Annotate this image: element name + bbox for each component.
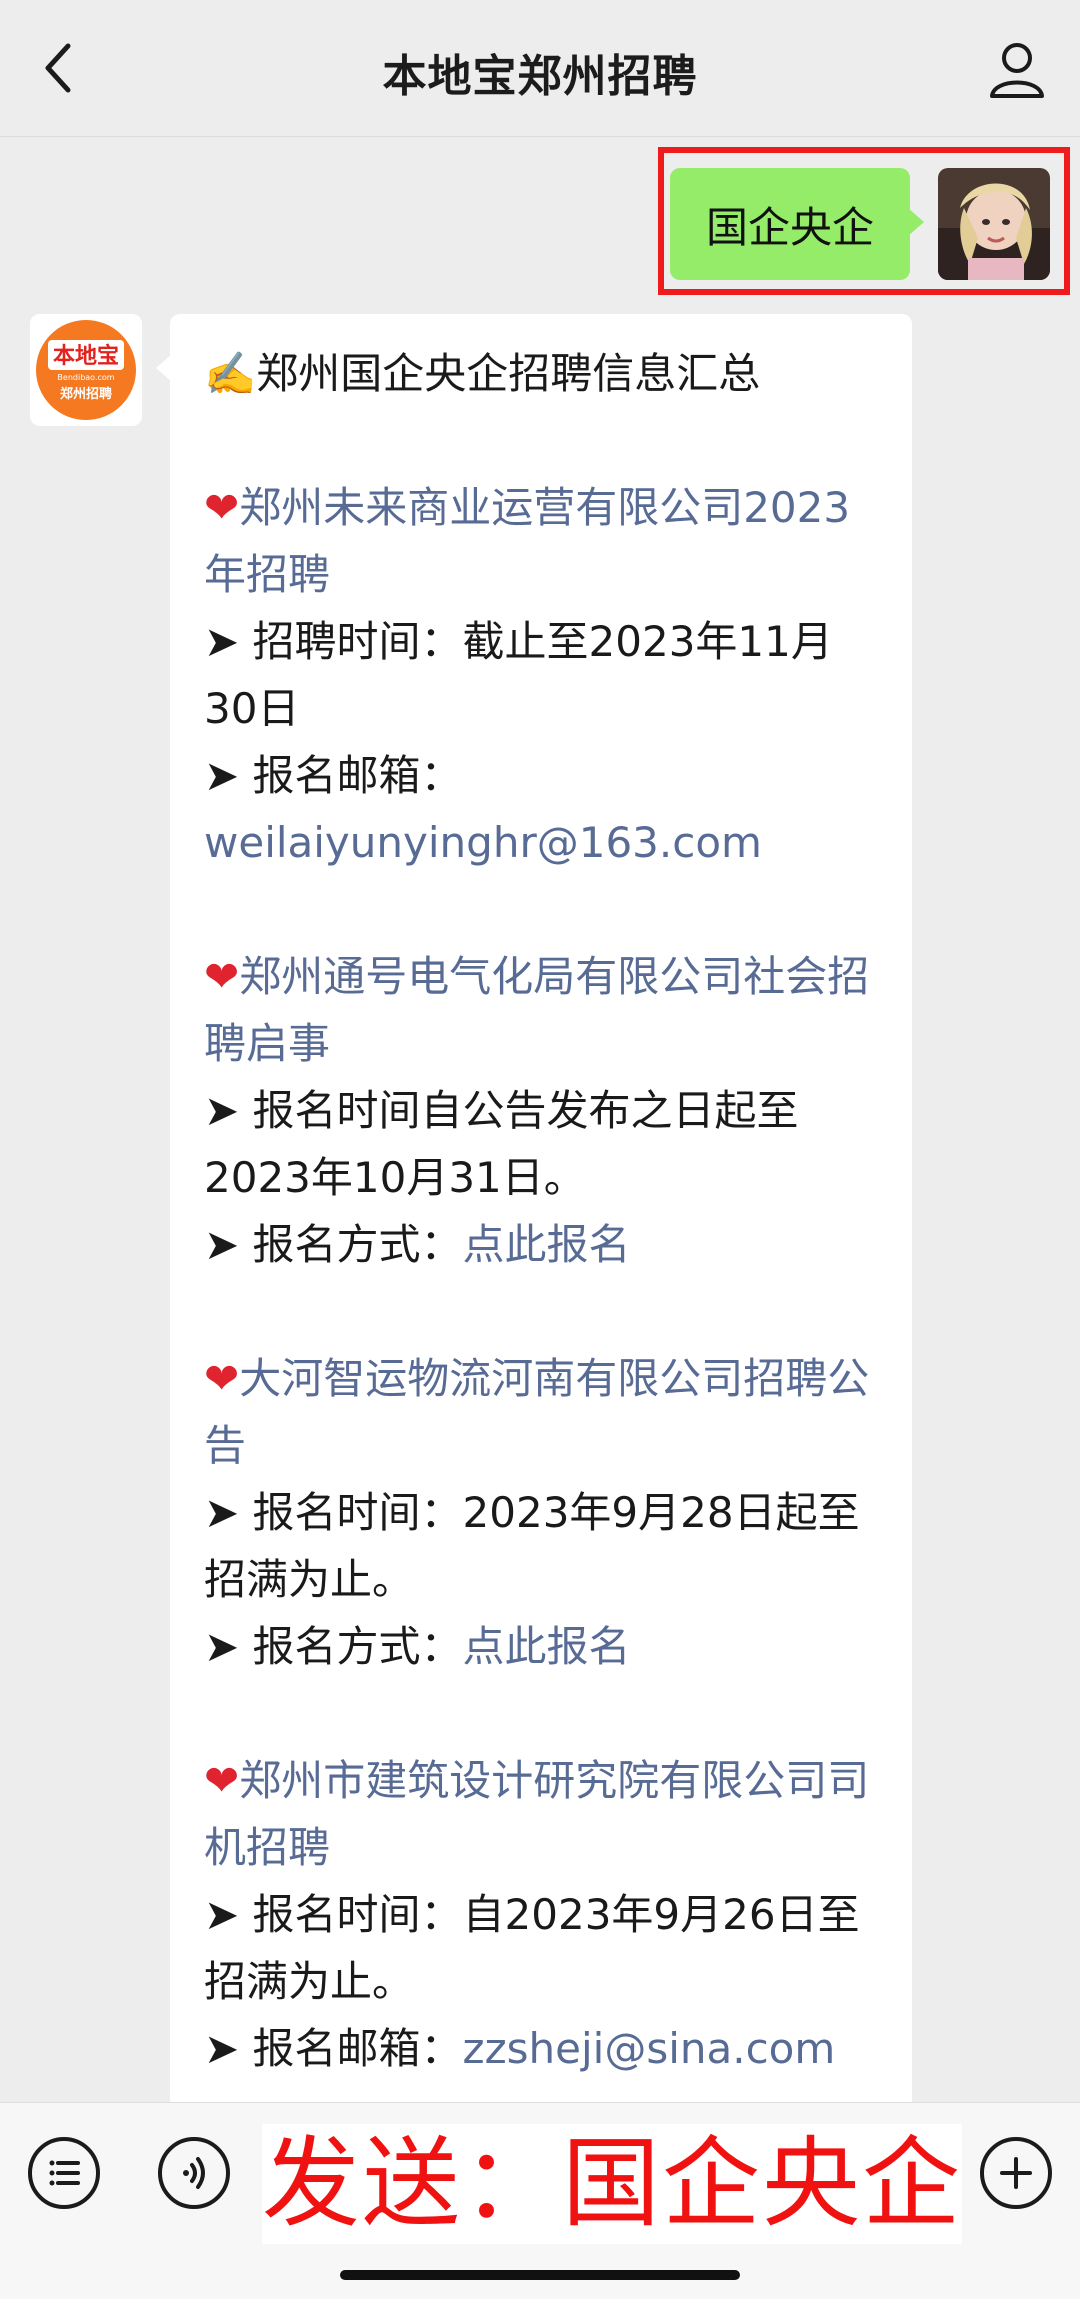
incoming-message-bubble[interactable]: ✍️郑州国企央企招聘信息汇总 ❤郑州未来商业运营有限公司2023年招聘 ➤ 招聘… [156,314,912,2114]
heart-icon: ❤ [204,952,240,1001]
email-link[interactable]: zzsheji@sina.com [463,2024,836,2073]
job-info-line: ➤ 报名时间自公告发布之日起至2023年10月31日。 [204,1086,799,1202]
apply-link[interactable]: 点此报名 [463,1220,631,1269]
bendibao-logo: 本地宝 Bendibao.com 郑州招聘 [30,314,142,426]
job-title-link[interactable]: 郑州通号电气化局有限公司社会招聘启事 [204,952,869,1068]
email-link[interactable]: weilaiyunyinghr@163.com [204,818,762,867]
message-heading: ✍️郑州国企央企招聘信息汇总 [204,349,761,398]
voice-icon [183,2157,205,2189]
job-info-label: ➤ 报名邮箱： [204,2024,463,2073]
send-instruction-overlay: 发送：国企央企 [262,2124,962,2244]
user-avatar-image [938,168,1050,280]
job-title-link[interactable]: 郑州未来商业运营有限公司2023年招聘 [204,483,850,599]
job-info-label: ➤ 报名方式： [204,1622,463,1671]
job-title-link[interactable]: 大河智运物流河南有限公司招聘公告 [204,1354,869,1470]
outgoing-message-text: 国企央企 [705,202,874,252]
job-info-label: ➤ 报名方式： [204,1220,463,1269]
outgoing-message-bubble[interactable]: 国企央企 [670,168,924,280]
job-info-label: ➤ 报名邮箱： [204,751,463,800]
plus-button[interactable] [980,2137,1052,2209]
voice-button[interactable] [158,2137,230,2209]
list-icon [49,2160,80,2186]
home-indicator[interactable] [340,2270,740,2280]
job-info-line: ➤ 报名时间：自2023年9月26日至招满为止。 [204,1890,860,2006]
person-icon [990,43,1044,98]
job-info-line: ➤ 招聘时间：截止至2023年11月30日 [204,617,833,733]
heart-icon: ❤ [204,483,240,532]
svg-text:郑州招聘: 郑州招聘 [60,386,112,402]
menu-button[interactable] [28,2137,100,2209]
svg-text:Bendibao.com: Bendibao.com [57,373,114,382]
plus-icon [1000,2157,1032,2189]
chat-title: 本地宝郑州招聘 [382,51,698,102]
nav-bar: 本地宝郑州招聘 [0,0,1080,137]
heart-icon: ❤ [204,1756,240,1805]
heart-icon: ❤ [204,1354,240,1403]
job-title-link[interactable]: 郑州市建筑设计研究院有限公司司机招聘 [204,1756,869,1872]
official-account-avatar[interactable]: 本地宝 Bendibao.com 郑州招聘 [30,314,142,426]
job-info-line: ➤ 报名时间：2023年9月28日起至招满为止。 [204,1488,860,1604]
profile-button[interactable] [984,36,1050,102]
apply-link[interactable]: 点此报名 [463,1622,631,1671]
user-avatar[interactable] [938,168,1050,280]
svg-text:本地宝: 本地宝 [53,343,119,369]
